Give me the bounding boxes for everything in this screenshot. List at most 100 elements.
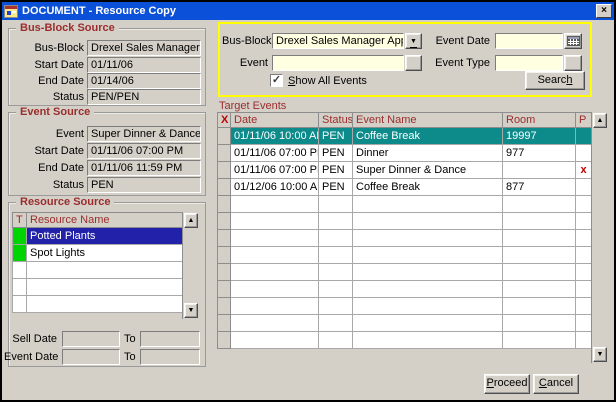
event-type-lov-button[interactable] [564, 55, 582, 71]
resource-table: T Resource Name Potted Plants Spot Light… [12, 212, 183, 313]
target-row[interactable]: 01/12/06 10:00 AM PEN Coffee Break 877 [218, 179, 592, 196]
target-row-empty [218, 281, 592, 298]
sell-date-to-field[interactable] [140, 331, 200, 347]
event-status-value: PEN [87, 177, 201, 193]
scroll-down-icon[interactable]: ▼ [184, 303, 198, 318]
cell-p-marked[interactable]: x [576, 162, 592, 179]
cell-date[interactable]: 01/11/06 10:00 AM [231, 128, 319, 145]
show-all-events-checkbox[interactable]: ✓ [270, 74, 283, 87]
sell-date-label: Sell Date [4, 333, 57, 345]
row-selector-cell[interactable] [218, 128, 231, 145]
event-end-date-value: 01/11/06 11:59 PM [87, 160, 201, 176]
status-label: Status [8, 91, 84, 103]
target-col-date: Date [231, 113, 319, 128]
target-events-table: X Date Status Event Name Room P 01/11/06… [217, 112, 592, 349]
cell-room[interactable] [503, 162, 576, 179]
resource-col-type: T [13, 213, 27, 228]
cell-date[interactable]: 01/12/06 10:00 AM [231, 179, 319, 196]
search-event-type-field[interactable] [495, 55, 563, 71]
target-scrollbar[interactable]: ▲ ▼ [591, 112, 608, 363]
scroll-up-icon[interactable]: ▲ [184, 213, 198, 228]
cell-p[interactable] [576, 145, 592, 162]
event-lov-button[interactable] [405, 55, 422, 71]
target-header-row: X Date Status Event Name Room P [218, 113, 592, 128]
end-date-label: End Date [8, 75, 84, 87]
resource-event-date-to-field[interactable] [140, 349, 200, 365]
cell-room[interactable]: 19997 [503, 128, 576, 145]
search-button[interactable]: Search [525, 71, 585, 90]
resource-event-date-label: Event Date [4, 351, 57, 363]
cancel-button[interactable]: Cancel [533, 374, 579, 394]
window-title: DOCUMENT - Resource Copy [22, 5, 176, 17]
resource-name-cell[interactable]: Spot Lights [27, 245, 183, 262]
target-row[interactable]: 01/11/06 07:00 PM PEN Super Dinner & Dan… [218, 162, 592, 179]
target-row-empty [218, 247, 592, 264]
calendar-button[interactable] [564, 33, 582, 49]
bus-block-start-date-value: 01/11/06 [87, 57, 201, 73]
close-button[interactable]: × [596, 4, 612, 18]
cell-date[interactable]: 01/11/06 07:00 PM [231, 162, 319, 179]
calendar-icon [567, 36, 580, 46]
cell-room[interactable]: 977 [503, 145, 576, 162]
document-icon [4, 5, 18, 18]
scroll-down-icon[interactable]: ▼ [593, 347, 607, 362]
target-col-event-name: Event Name [353, 113, 503, 128]
search-event-field[interactable] [272, 55, 404, 71]
cell-event-name[interactable]: Dinner [353, 145, 503, 162]
target-row-empty [218, 196, 592, 213]
bus-block-source-title: Bus-Block Source [16, 22, 119, 34]
cell-date[interactable]: 01/11/06 07:00 PM [231, 145, 319, 162]
cell-room[interactable]: 877 [503, 179, 576, 196]
resource-type-indicator [13, 228, 27, 245]
resource-header-row: T Resource Name [13, 213, 183, 228]
event-source-event-value: Super Dinner & Dance [87, 126, 201, 142]
title-bar[interactable]: DOCUMENT - Resource Copy × [2, 2, 614, 20]
bus-block-label: Bus-Block [8, 42, 84, 54]
scroll-up-icon[interactable]: ▲ [593, 113, 607, 128]
search-bus-block-combo[interactable]: Drexel Sales Manager Appreciati [272, 33, 404, 49]
target-row-empty [218, 315, 592, 332]
target-row[interactable]: 01/11/06 07:00 PM PEN Dinner 977 [218, 145, 592, 162]
search-event-date-field[interactable] [495, 33, 563, 49]
cell-status[interactable]: PEN [319, 145, 353, 162]
target-col-p: P [576, 113, 592, 128]
row-selector-cell[interactable] [218, 145, 231, 162]
bus-block-end-date-value: 01/14/06 [87, 73, 201, 89]
cell-status[interactable]: PEN [319, 162, 353, 179]
cell-event-name[interactable]: Coffee Break [353, 179, 503, 196]
resource-row-empty [13, 279, 183, 296]
cell-event-name[interactable]: Coffee Break [353, 128, 503, 145]
target-row-empty [218, 230, 592, 247]
target-row-empty [218, 264, 592, 281]
resource-row[interactable]: Spot Lights [13, 245, 183, 262]
target-col-x: X [218, 113, 231, 128]
cell-p[interactable] [576, 128, 592, 145]
proceed-button[interactable]: Proceed [484, 374, 530, 394]
resource-scrollbar[interactable]: ▲ ▼ [182, 212, 199, 319]
target-col-room: Room [503, 113, 576, 128]
row-selector-cell[interactable] [218, 179, 231, 196]
resource-source-title: Resource Source [16, 196, 114, 208]
bus-block-dropdown-button[interactable]: ▼ [405, 33, 422, 49]
target-col-status: Status [319, 113, 353, 128]
search-bus-block-label: Bus-Block [222, 35, 268, 47]
cell-event-name[interactable]: Super Dinner & Dance [353, 162, 503, 179]
resource-type-indicator [13, 245, 27, 262]
start-date-label: Start Date [8, 59, 84, 71]
target-row-empty [218, 332, 592, 349]
cell-status[interactable]: PEN [319, 128, 353, 145]
resource-name-cell[interactable]: Potted Plants [27, 228, 183, 245]
target-row-empty [218, 213, 592, 230]
event-start-date-label: Start Date [8, 145, 84, 157]
resource-event-date-from-field[interactable] [62, 349, 120, 365]
resource-row-selected[interactable]: Potted Plants [13, 228, 183, 245]
sell-date-from-field[interactable] [62, 331, 120, 347]
event-source-title: Event Source [16, 106, 94, 118]
bus-block-source-value: Drexel Sales Manager Appr [87, 40, 201, 56]
target-row-selected[interactable]: 01/11/06 10:00 AM PEN Coffee Break 19997 [218, 128, 592, 145]
row-selector-cell[interactable] [218, 162, 231, 179]
search-event-label: Event [222, 57, 268, 69]
cell-status[interactable]: PEN [319, 179, 353, 196]
cell-p[interactable] [576, 179, 592, 196]
checkmark-icon: ✓ [272, 74, 281, 86]
